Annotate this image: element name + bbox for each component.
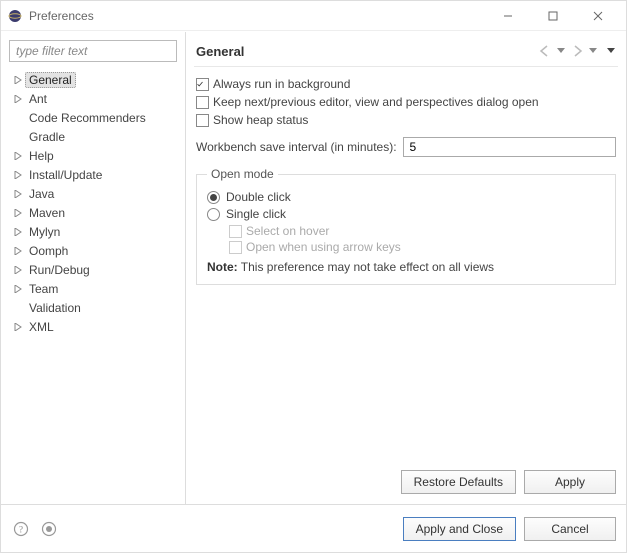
tree-item[interactable]: Java (11, 184, 185, 203)
note-label: Note: (207, 260, 238, 274)
help-icon[interactable]: ? (11, 519, 31, 539)
open-mode-legend: Open mode (207, 167, 278, 181)
double-click-radio[interactable] (207, 191, 220, 204)
tree-item[interactable]: XML (11, 317, 185, 336)
tree-item-label: Help (25, 149, 58, 163)
preference-page: General Always ru (186, 32, 626, 504)
tree-item-label: Code Recommenders (25, 111, 150, 125)
select-on-hover-label: Select on hover (246, 224, 329, 238)
open-mode-group: Open mode Double click Single click Sele… (196, 167, 616, 285)
tree-item-label: Team (25, 282, 62, 296)
restore-defaults-button[interactable]: Restore Defaults (401, 470, 516, 494)
tree-item[interactable]: Help (11, 146, 185, 165)
page-buttons: Restore Defaults Apply (186, 464, 626, 504)
tree-item[interactable]: Code Recommenders (11, 108, 185, 127)
keep-editor-dialog-label: Keep next/previous editor, view and pers… (213, 95, 539, 109)
preference-tree-pane: General Ant Code Recommenders Gradle Help Ins… (1, 32, 186, 504)
minimize-button[interactable] (485, 1, 530, 31)
content-area: General Ant Code Recommenders Gradle Help Ins… (1, 31, 626, 504)
keep-editor-dialog-row: Keep next/previous editor, view and pers… (196, 95, 616, 109)
always-run-bg-label: Always run in background (213, 77, 350, 91)
show-heap-row: Show heap status (196, 113, 616, 127)
tree-item-label: Gradle (25, 130, 69, 144)
dialog-footer: ? Apply and Close Cancel (1, 504, 626, 552)
maximize-button[interactable] (530, 1, 575, 31)
tree-item-label: Java (25, 187, 58, 201)
tree-item[interactable]: Maven (11, 203, 185, 222)
note-text: This preference may not take effect on a… (241, 260, 494, 274)
show-heap-checkbox[interactable] (196, 114, 209, 127)
tree-item[interactable]: Ant (11, 89, 185, 108)
tree-item-label: Ant (25, 92, 51, 106)
save-interval-row: Workbench save interval (in minutes): (196, 137, 616, 157)
keep-editor-dialog-checkbox[interactable] (196, 96, 209, 109)
open-on-arrow-label: Open when using arrow keys (246, 240, 401, 254)
tree-item[interactable]: Validation (11, 298, 185, 317)
open-on-arrow-row: Open when using arrow keys (229, 240, 605, 254)
single-click-row: Single click (207, 207, 605, 221)
tree-item[interactable]: Mylyn (11, 222, 185, 241)
select-on-hover-checkbox (229, 225, 242, 238)
import-export-icon[interactable] (39, 519, 59, 539)
nav-forward-drop-icon[interactable] (588, 42, 598, 60)
tree-item-label: Validation (25, 301, 85, 315)
nav-back-drop-icon[interactable] (556, 42, 566, 60)
tree-item-label: Maven (25, 206, 69, 220)
save-interval-input[interactable] (403, 137, 616, 157)
chevron-right-icon[interactable] (11, 225, 25, 239)
double-click-label: Double click (226, 190, 291, 204)
page-menu-drop-icon[interactable] (606, 42, 616, 60)
tree-item-label: XML (25, 320, 58, 334)
tree-item-label: Mylyn (25, 225, 64, 239)
tree-item-label: Run/Debug (25, 263, 94, 277)
page-title: General (196, 44, 244, 59)
chevron-right-icon[interactable] (11, 263, 25, 277)
tree-item-label: Install/Update (25, 168, 106, 182)
apply-and-close-button[interactable]: Apply and Close (403, 517, 516, 541)
chevron-right-icon[interactable] (11, 149, 25, 163)
double-click-row: Double click (207, 190, 605, 204)
save-interval-label: Workbench save interval (in minutes): (196, 140, 397, 154)
single-click-label: Single click (226, 207, 286, 221)
window-title: Preferences (29, 9, 94, 23)
tree-item[interactable]: Install/Update (11, 165, 185, 184)
tree-item-label: Oomph (25, 244, 72, 258)
title-bar: Preferences (1, 1, 626, 31)
tree-item[interactable]: Gradle (11, 127, 185, 146)
tree-item[interactable]: General (11, 70, 185, 89)
tree-item[interactable]: Oomph (11, 241, 185, 260)
nav-forward-icon[interactable] (568, 42, 586, 60)
chevron-right-icon[interactable] (11, 187, 25, 201)
single-click-radio[interactable] (207, 208, 220, 221)
open-mode-note: Note: This preference may not take effec… (207, 260, 605, 274)
always-run-bg-checkbox[interactable] (196, 78, 209, 91)
page-header: General (186, 32, 626, 66)
preference-tree[interactable]: General Ant Code Recommenders Gradle Help Ins… (1, 66, 185, 504)
tree-item[interactable]: Team (11, 279, 185, 298)
chevron-right-icon[interactable] (11, 73, 25, 87)
show-heap-label: Show heap status (213, 113, 308, 127)
chevron-right-icon[interactable] (11, 168, 25, 182)
chevron-right-icon[interactable] (11, 320, 25, 334)
chevron-right-icon[interactable] (11, 206, 25, 220)
svg-text:?: ? (19, 524, 23, 534)
chevron-right-icon[interactable] (11, 282, 25, 296)
nav-back-icon[interactable] (536, 42, 554, 60)
cancel-button[interactable]: Cancel (524, 517, 616, 541)
chevron-right-icon[interactable] (11, 244, 25, 258)
apply-button[interactable]: Apply (524, 470, 616, 494)
tree-item-label: General (25, 72, 76, 88)
filter-input[interactable] (9, 40, 177, 62)
close-button[interactable] (575, 1, 620, 31)
page-body: Always run in background Keep next/previ… (186, 75, 626, 464)
chevron-right-icon[interactable] (11, 92, 25, 106)
always-run-bg-row: Always run in background (196, 77, 616, 91)
tree-item[interactable]: Run/Debug (11, 260, 185, 279)
header-separator (194, 66, 618, 67)
select-on-hover-row: Select on hover (229, 224, 605, 238)
eclipse-icon (7, 8, 23, 24)
open-on-arrow-checkbox (229, 241, 242, 254)
